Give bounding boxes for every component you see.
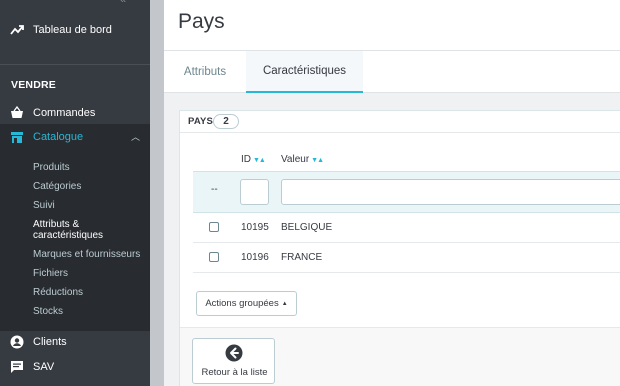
- page-header: Pays: [164, 0, 620, 51]
- submenu-item-fichiers[interactable]: Fichiers: [33, 268, 68, 279]
- filter-id-input[interactable]: [240, 179, 269, 205]
- filter-valeur-input[interactable]: [281, 179, 620, 205]
- sidebar-section-title: VENDRE: [11, 79, 56, 91]
- bulk-actions-button[interactable]: Actions groupées ▲: [196, 291, 297, 316]
- catalogue-submenu: Produits Catégories Suivi Attributs & ca…: [0, 149, 150, 331]
- row-checkbox[interactable]: [209, 252, 219, 262]
- row-id: 10196: [241, 252, 269, 263]
- bulk-actions-label: Actions groupées: [205, 298, 279, 309]
- store-icon: [10, 130, 24, 144]
- submenu-item-marques[interactable]: Marques et fournisseurs: [33, 249, 140, 260]
- back-label: Retour à la liste: [201, 367, 268, 378]
- caret-up-icon: ▲: [281, 300, 288, 307]
- sort-icon[interactable]: ▼▲: [311, 157, 324, 164]
- submenu-item-label-line1: Attributs &: [33, 219, 80, 230]
- count-badge: 2: [213, 114, 239, 129]
- scroll-gutter: [150, 0, 164, 386]
- filter-placeholder: --: [211, 184, 218, 195]
- row-id: 10195: [241, 222, 269, 233]
- submenu-item-suivi[interactable]: Suivi: [33, 200, 55, 211]
- trending-up-icon: [10, 23, 24, 37]
- submenu-item-stocks[interactable]: Stocks: [33, 306, 63, 317]
- list-panel: PAYS 2 ID ▼▲ Valeur ▼▲ -- 10195 BELGIQUE 1…: [179, 110, 620, 386]
- table-row[interactable]: 10195 BELGIQUE: [193, 213, 620, 243]
- sidebar-item-dashboard[interactable]: Tableau de bord: [0, 19, 150, 41]
- sidebar-item-commandes[interactable]: Commandes: [0, 102, 150, 124]
- submenu-item-produits[interactable]: Produits: [33, 162, 70, 173]
- sidebar-item-label: Commandes: [33, 107, 96, 119]
- account-circle-icon: [10, 335, 24, 349]
- sidebar-item-label: Clients: [33, 336, 67, 348]
- chat-icon: [10, 360, 24, 374]
- sidebar-item-sav[interactable]: SAV: [0, 356, 150, 378]
- collapse-sidebar-icon[interactable]: «: [120, 0, 126, 6]
- column-label: Valeur: [281, 154, 310, 165]
- submenu-item-categories[interactable]: Catégories: [33, 181, 81, 192]
- column-header-valeur[interactable]: Valeur ▼▲: [281, 154, 324, 165]
- sidebar-item-label: SAV: [33, 361, 55, 373]
- chevron-up-icon: ︿: [130, 132, 140, 142]
- page-title: Pays: [178, 10, 225, 33]
- sidebar: « Tableau de bord VENDRE Commandes Catal…: [0, 0, 150, 386]
- tab-bar: Attributs Caractéristiques: [164, 51, 620, 93]
- submenu-item-label-line2: caractéristiques: [33, 230, 104, 241]
- sidebar-item-label: Catalogue: [33, 130, 84, 143]
- shopping-basket-icon: [10, 106, 24, 120]
- back-to-list-button[interactable]: Retour à la liste: [192, 338, 275, 384]
- row-valeur: BELGIQUE: [281, 222, 333, 233]
- row-checkbox[interactable]: [209, 222, 219, 232]
- tab-attributs[interactable]: Attributs: [164, 51, 246, 93]
- column-header-id[interactable]: ID ▼▲: [241, 154, 266, 165]
- sidebar-item-label: Tableau de bord: [33, 24, 112, 36]
- arrow-left-circle-icon: [225, 344, 243, 362]
- column-label: ID: [241, 154, 251, 165]
- filter-row: --: [193, 171, 620, 213]
- panel-heading: PAYS 2: [180, 111, 620, 133]
- table-row[interactable]: 10196 FRANCE: [193, 243, 620, 273]
- panel-title: PAYS: [188, 116, 214, 127]
- sidebar-divider: [0, 64, 150, 65]
- tab-caracteristiques[interactable]: Caractéristiques: [246, 51, 363, 93]
- sort-icon[interactable]: ▼▲: [253, 157, 266, 164]
- sidebar-item-clients[interactable]: Clients: [0, 331, 150, 353]
- row-valeur: FRANCE: [281, 252, 323, 263]
- submenu-item-attributs[interactable]: Attributs & caractéristiques: [33, 219, 103, 241]
- submenu-item-reductions[interactable]: Réductions: [33, 287, 83, 298]
- sidebar-item-catalogue[interactable]: Catalogue ︿: [0, 124, 150, 149]
